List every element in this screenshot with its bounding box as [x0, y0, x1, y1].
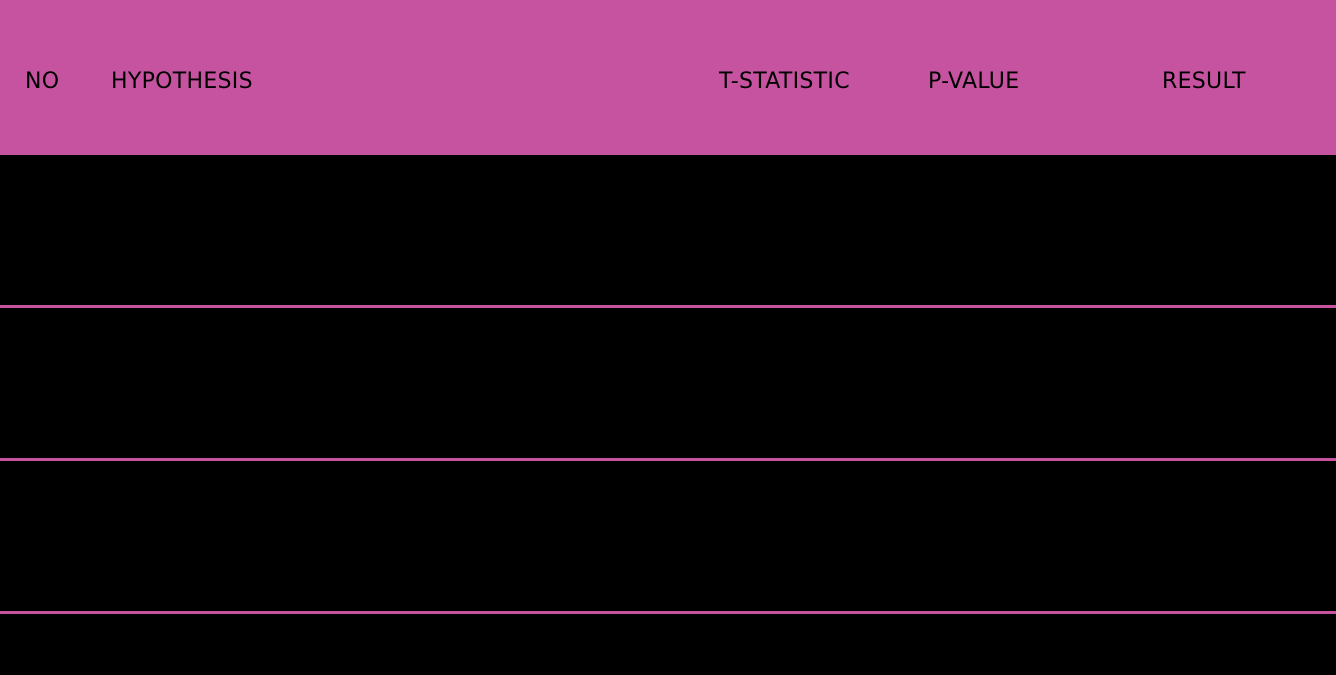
- column-header-hypothesis: HYPOTHESIS: [111, 69, 253, 94]
- table-row: [0, 155, 1336, 305]
- column-header-no: NO: [25, 69, 60, 94]
- table-row: [0, 308, 1336, 458]
- table-row: [0, 614, 1336, 675]
- hypothesis-results-table: NO HYPOTHESIS T-STATISTIC P-VALUE RESULT: [0, 0, 1336, 675]
- table-row: [0, 461, 1336, 611]
- column-header-t-statistic: T-STATISTIC: [719, 69, 850, 94]
- table-header: NO HYPOTHESIS T-STATISTIC P-VALUE RESULT: [0, 0, 1336, 155]
- column-header-p-value: P-VALUE: [928, 69, 1020, 94]
- column-header-result: RESULT: [1162, 69, 1246, 94]
